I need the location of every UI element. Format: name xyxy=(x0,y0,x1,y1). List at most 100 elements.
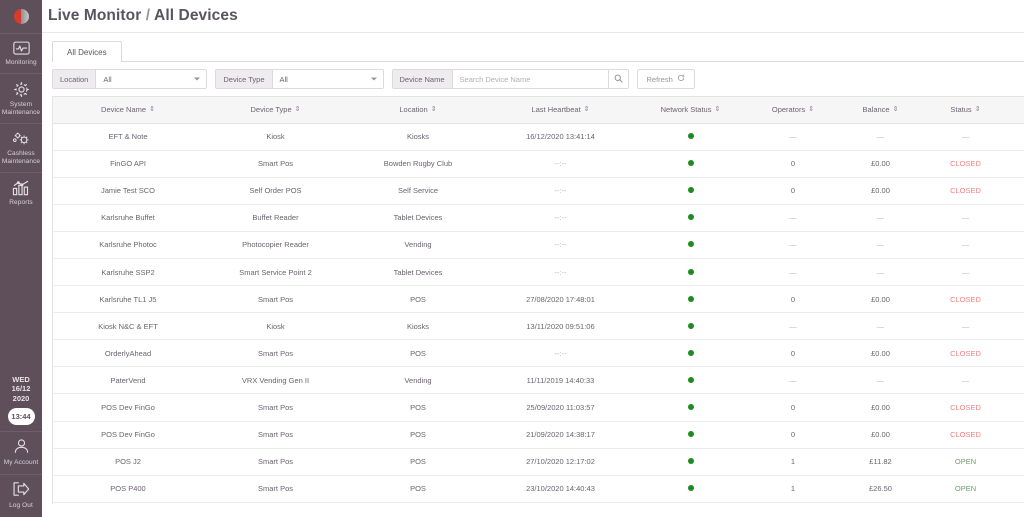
cell-operators-text: — xyxy=(789,267,797,277)
refresh-button[interactable]: Refresh xyxy=(636,69,695,89)
cell-device-type: Smart Service Point 2 xyxy=(203,258,348,287)
sidebar-logo[interactable] xyxy=(0,0,42,33)
sidebar-item-log-out[interactable]: Log Out xyxy=(0,474,42,517)
cell-last-heartbeat-text: 27/10/2020 12:17:02 xyxy=(526,457,595,467)
table-row[interactable]: POS Dev FinGo Smart Pos POS 25/09/2020 11:0… xyxy=(53,393,1024,422)
cell-last-heartbeat: --:-- xyxy=(488,177,633,205)
cell-operators: — xyxy=(748,312,838,341)
cell-last-heartbeat: 11/11/2019 14:40:33 xyxy=(488,366,633,395)
cell-status: — xyxy=(923,123,1008,151)
network-status-dot-icon xyxy=(687,431,694,438)
cell-location-text: POS xyxy=(410,457,426,467)
search-input[interactable] xyxy=(452,70,608,88)
table-row[interactable]: Karlsruhe Photoc Photocopier Reader Vendin… xyxy=(53,231,1024,259)
table-row[interactable]: POS Poindus TabSmart PosPOS--:-- 0£0.00CL… xyxy=(53,502,1024,504)
cell-balance-text: £26.50 xyxy=(869,484,892,494)
cell-location-text: Bowden Rugby Club xyxy=(383,159,453,169)
cell-device-name-text: Karlsruhe Buffet xyxy=(101,213,155,223)
cell-status: — xyxy=(923,258,1008,287)
cell-device-type: Smart Pos xyxy=(203,475,348,503)
cell-operators: — xyxy=(748,366,838,395)
cell-action: — xyxy=(1008,258,1024,287)
sort-icon: ⇕ xyxy=(974,106,981,114)
column-header-device-type[interactable]: Device Type ⇕ xyxy=(203,97,348,124)
table-row[interactable]: Karlsruhe Buffet Buffet Reader Tablet Devi… xyxy=(53,204,1024,232)
cell-operators: 0 xyxy=(748,421,838,449)
cell-action: More Info xyxy=(1008,285,1024,314)
column-header-location[interactable]: Location ⇕ xyxy=(348,97,488,124)
cell-network-status xyxy=(633,285,748,314)
cell-balance: — xyxy=(838,312,923,341)
cell-operators-text: — xyxy=(789,213,797,223)
table-row[interactable]: Kiosk N&C & EFT Kiosk Kiosks 13/11/2020 09:… xyxy=(53,312,1024,341)
cell-location: Kiosks xyxy=(348,123,488,151)
table-row[interactable]: EFT & Note Kiosk Kiosks 16/12/2020 13:41:14… xyxy=(53,123,1024,151)
chevron-down-icon xyxy=(194,77,201,81)
table-row[interactable]: Karlsruhe SSP2 Smart Service Point 2 Table… xyxy=(53,258,1024,287)
cell-operators-text: 0 xyxy=(790,348,796,358)
column-header-operators[interactable]: Operators ⇕ xyxy=(748,97,838,124)
sidebar-item-system-maintenance[interactable]: System Maintenance xyxy=(0,73,42,123)
cell-status-text: CLOSED xyxy=(950,348,981,358)
sidebar-item-my-account[interactable]: My Account xyxy=(0,431,42,474)
cell-operators: 0 xyxy=(748,177,838,205)
cell-last-heartbeat: --:-- xyxy=(488,502,633,504)
cell-location: Vending xyxy=(348,366,488,395)
network-status-dot-icon xyxy=(687,349,694,356)
table-row[interactable]: Karlsruhe TL1 J5 Smart Pos POS 27/08/2020 1… xyxy=(53,285,1024,314)
table-row[interactable]: OrderlyAhead Smart Pos POS --:-- 0 £0.00 CLOSE… xyxy=(53,339,1024,368)
sidebar-item-monitoring[interactable]: Monitoring xyxy=(0,33,42,73)
network-status-dot-icon xyxy=(687,160,694,167)
cell-action: More Info xyxy=(1008,177,1024,205)
cell-device-type-text: Smart Pos xyxy=(257,294,293,304)
cell-network-status xyxy=(633,366,748,395)
bar-chart-icon xyxy=(12,180,30,196)
cell-action: More Info xyxy=(1008,448,1024,476)
cell-operators-text: — xyxy=(789,321,797,331)
cell-status: CLOSED xyxy=(923,339,1008,368)
tab-all-devices[interactable]: All Devices xyxy=(52,41,122,62)
cell-balance-text: — xyxy=(876,213,885,223)
sidebar-item-reports[interactable]: Reports xyxy=(0,172,42,213)
cell-device-name-text: PaterVend xyxy=(110,375,146,385)
refresh-icon xyxy=(677,74,685,84)
device-type-select-value: All xyxy=(279,74,288,84)
network-status-dot-icon xyxy=(687,187,694,194)
cell-device-type: Kiosk xyxy=(203,123,348,151)
cell-device-type-text: VRX Vending Gen II xyxy=(241,375,310,385)
table-row[interactable]: PaterVend VRX Vending Gen II Vending 11/11/… xyxy=(53,366,1024,395)
chevron-down-icon xyxy=(370,77,377,81)
cell-balance: — xyxy=(838,123,923,151)
cell-status-text: CLOSED xyxy=(950,159,981,169)
table-row[interactable]: POS Dev FinGo Smart Pos POS 21/09/2020 14:3… xyxy=(53,421,1024,449)
cell-device-name-text: POS Dev FinGo xyxy=(101,402,155,412)
cell-location-text: Vending xyxy=(404,240,432,250)
sidebar-item-cashless-maintenance[interactable]: Cashless Maintenance xyxy=(0,123,42,172)
cell-balance-text: £0.00 xyxy=(871,294,890,304)
cell-location: Self Service xyxy=(348,177,488,205)
cell-balance-text: — xyxy=(876,321,885,331)
search-button[interactable] xyxy=(607,70,628,88)
table-row[interactable]: FinGO API Smart Pos Bowden Rugby Club --:--… xyxy=(53,150,1024,178)
table-row[interactable]: POS P400 Smart Pos POS 23/10/2020 14:40:43 1… xyxy=(53,475,1024,503)
cell-device-type-text: Smart Pos xyxy=(257,402,293,412)
cell-device-type-text: Smart Service Point 2 xyxy=(239,267,312,277)
cell-action: More Info xyxy=(1008,150,1024,178)
column-header-status[interactable]: Status ⇕ xyxy=(923,97,1008,124)
cell-device-name-text: POS Dev FinGo xyxy=(101,430,155,440)
network-status-dot-icon xyxy=(687,322,694,329)
location-select[interactable]: All xyxy=(96,70,206,88)
cell-device-name-text: Karlsruhe SSP2 xyxy=(101,267,155,277)
user-icon xyxy=(13,438,30,459)
monitor-waveform-icon xyxy=(12,41,30,56)
column-header-network-status[interactable]: Network Status ⇕ xyxy=(633,97,748,124)
column-header-balance[interactable]: Balance ⇕ xyxy=(838,97,923,124)
column-header-last-heartbeat[interactable]: Last Heartbeat ⇕ xyxy=(488,97,633,124)
device-type-select[interactable]: All xyxy=(273,70,383,88)
table-row[interactable]: Jamie Test SCO Self Order POS Self Service… xyxy=(53,177,1024,205)
table-row[interactable]: POS J2 Smart Pos POS 27/10/2020 12:17:02 1 £1… xyxy=(53,448,1024,476)
column-header-device-name[interactable]: Device Name ⇕ xyxy=(53,97,203,124)
cell-device-name: PaterVend xyxy=(53,366,203,395)
cell-operators-text: — xyxy=(789,375,797,385)
